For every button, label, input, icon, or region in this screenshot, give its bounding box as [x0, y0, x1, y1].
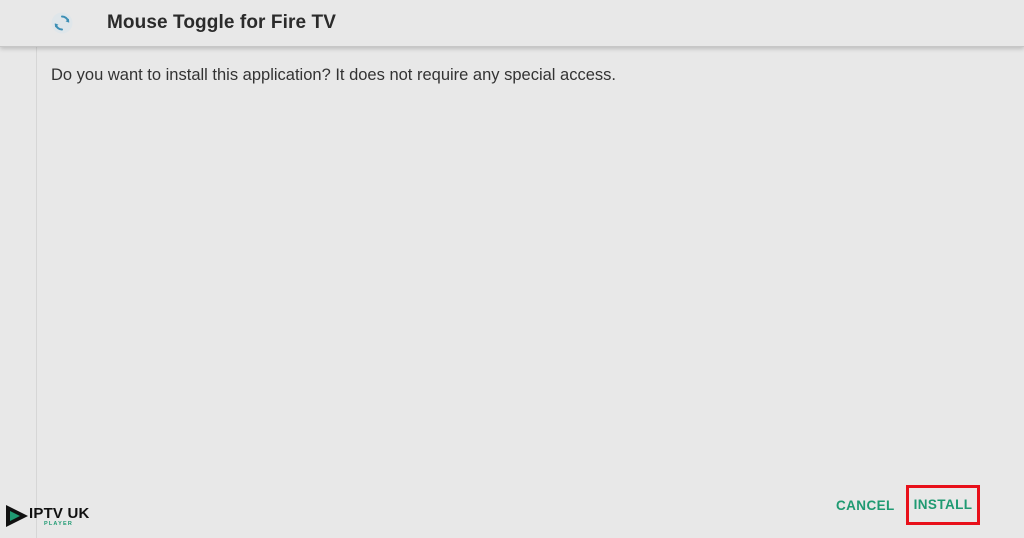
watermark-text: IPTV UK [29, 505, 90, 522]
app-title: Mouse Toggle for Fire TV [107, 12, 336, 33]
left-divider [36, 0, 37, 538]
install-button[interactable]: INSTALL [906, 485, 980, 525]
watermark-logo: IPTV UK PLAYER [4, 503, 100, 533]
watermark-subtext: PLAYER [44, 521, 74, 527]
refresh-icon [50, 11, 74, 35]
install-prompt: Do you want to install this application?… [51, 66, 616, 84]
cancel-button[interactable]: CANCEL [836, 498, 895, 513]
app-header: Mouse Toggle for Fire TV [0, 0, 1024, 46]
play-icon [4, 503, 30, 529]
